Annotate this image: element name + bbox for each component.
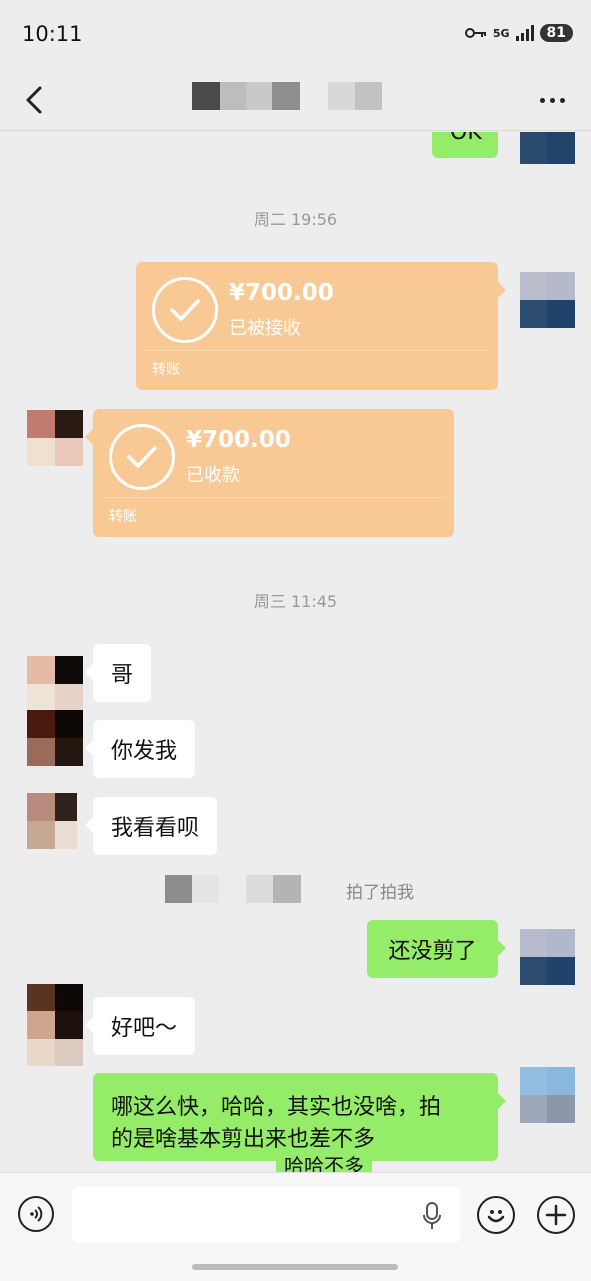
key-icon <box>464 28 486 38</box>
message-bubble-received: 好吧～ <box>85 997 196 1055</box>
transfer-card-received[interactable]: ¥700.00 已收款 转账 <box>85 409 454 537</box>
home-indicator[interactable] <box>192 1264 398 1270</box>
avatar-contact[interactable] <box>27 710 83 766</box>
status-time: 10:11 <box>22 22 83 46</box>
message-bubble-sent: 哪这么快，哈哈，其实也没啥，拍 的是啥基本剪出来也差不多 <box>93 1073 506 1161</box>
message-input[interactable] <box>72 1187 460 1243</box>
check-circle-icon <box>109 424 175 490</box>
battery-indicator: 81 <box>539 24 573 42</box>
status-bar: 10:11 5G 81 <box>0 0 591 70</box>
more-dots-icon[interactable] <box>540 98 565 103</box>
chevron-left-icon[interactable] <box>20 82 50 118</box>
timestamp: 周三 11:45 <box>253 592 338 611</box>
avatar-self[interactable] <box>520 272 575 328</box>
message-bubble-received: 我看看呗 <box>85 797 218 855</box>
message-text: 好吧～ <box>111 1016 178 1041</box>
avatar-contact[interactable] <box>27 984 83 1066</box>
network-label: 5G <box>492 26 510 40</box>
avatar-self[interactable] <box>520 929 575 985</box>
check-circle-icon <box>152 277 218 343</box>
chat-header <box>0 70 591 131</box>
voice-icon[interactable] <box>18 1196 54 1232</box>
transfer-label: 转账 <box>152 362 180 378</box>
pat-text: 拍了拍我 <box>346 883 414 903</box>
timestamp: 周二 19:56 <box>253 210 338 229</box>
message-bubble-sent: 还没剪了 <box>367 920 506 978</box>
message-text-line-1: 哪这么快，哈哈，其实也没啥，拍 <box>111 1095 442 1120</box>
avatar-self[interactable] <box>520 1067 575 1123</box>
pat-sender-blurred <box>165 875 301 903</box>
avatar-contact[interactable] <box>27 656 83 712</box>
transfer-label: 转账 <box>109 509 137 525</box>
contact-name-blurred <box>192 82 382 110</box>
avatar-contact[interactable] <box>27 793 77 849</box>
status-icons: 5G 81 <box>464 24 573 42</box>
plus-icon[interactable] <box>537 1196 575 1234</box>
avatar-self[interactable] <box>520 132 575 164</box>
emoji-icon[interactable] <box>477 1196 515 1234</box>
transfer-amount: ¥700.00 <box>186 427 291 453</box>
message-text-line-2: 的是啥基本剪出来也差不多 <box>111 1127 376 1152</box>
transfer-card-sent[interactable]: ¥700.00 已被接收 转账 <box>136 262 506 390</box>
message-text: OK <box>450 132 482 145</box>
transfer-status: 已被接收 <box>229 318 301 339</box>
message-text: 我看看呗 <box>111 816 200 841</box>
system-message-pat: 拍了拍我 <box>165 874 465 904</box>
message-text: 你发我 <box>111 739 178 764</box>
avatar-contact[interactable] <box>27 410 83 466</box>
message-bubble-sent-previous: OK <box>432 132 498 158</box>
message-text: 还没剪了 <box>388 939 477 964</box>
transfer-amount: ¥700.00 <box>229 280 334 306</box>
transfer-status: 已收款 <box>186 465 240 486</box>
mic-icon[interactable] <box>422 1201 442 1231</box>
message-bubble-received: 哥 <box>85 644 152 702</box>
signal-icon <box>515 25 534 41</box>
message-bubble-received: 你发我 <box>85 720 196 778</box>
message-text: 哥 <box>111 663 134 688</box>
